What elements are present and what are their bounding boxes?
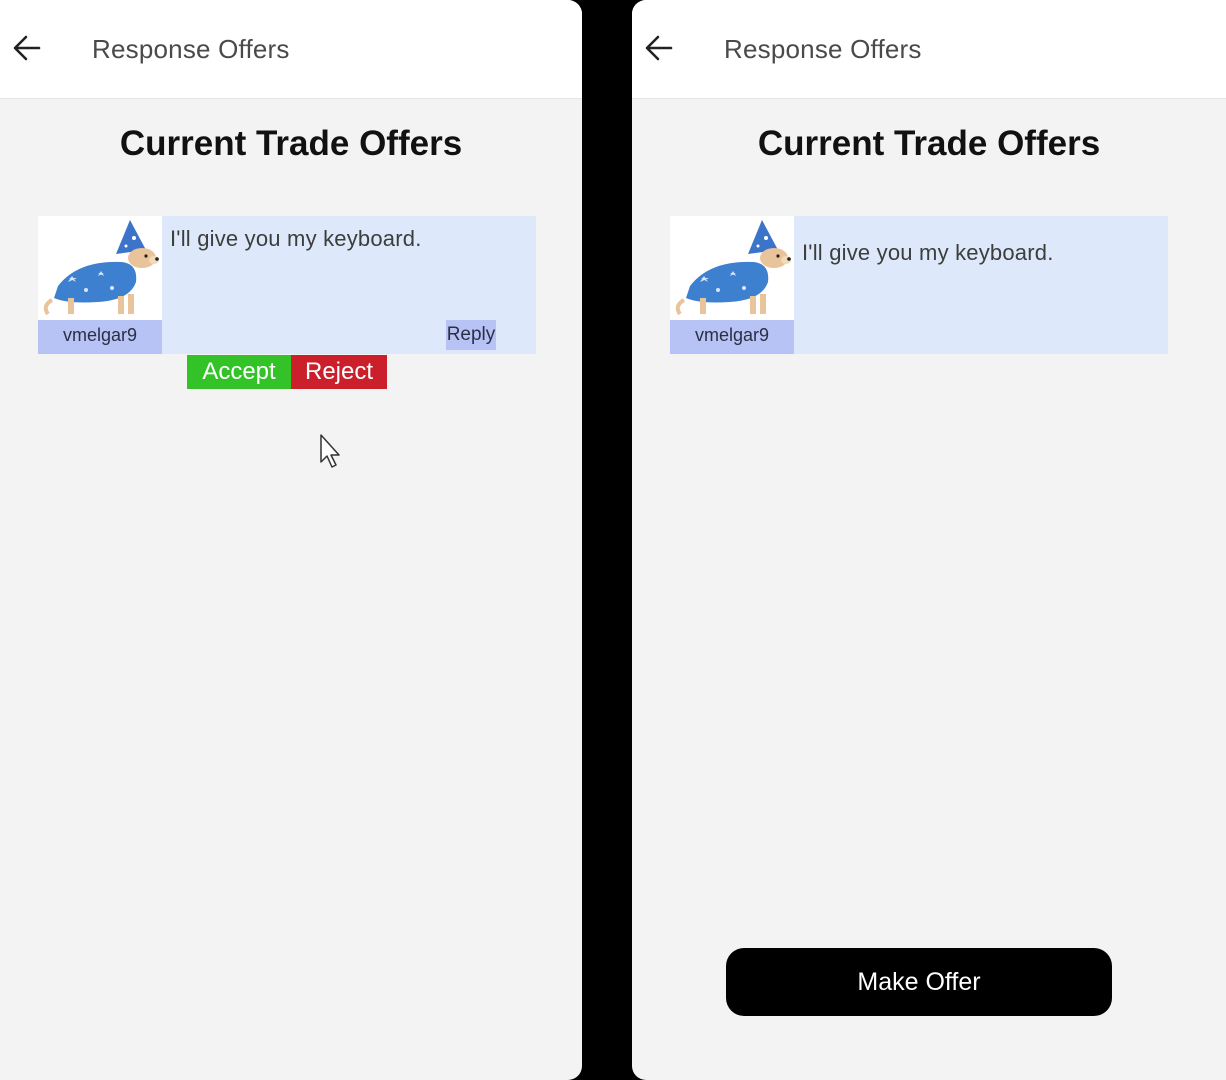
accept-button[interactable]: Accept	[187, 355, 291, 389]
offer-actions: Accept Reject	[187, 355, 387, 389]
offer-message: I'll give you my keyboard.	[170, 226, 422, 251]
dog-wizard-avatar-image	[38, 216, 162, 320]
offer-message: I'll give you my keyboard.	[802, 240, 1054, 265]
offer-username: vmelgar9	[670, 320, 794, 354]
back-button[interactable]	[642, 30, 676, 66]
arrow-left-icon	[645, 35, 673, 61]
reject-button[interactable]: Reject	[291, 355, 387, 389]
dog-wizard-avatar-image	[670, 216, 794, 320]
offer-card: vmelgar9 I'll give you my keyboard.	[670, 216, 1168, 354]
page-title: Current Trade Offers	[757, 124, 1101, 163]
make-offer-button[interactable]: Make Offer	[726, 948, 1112, 1016]
left-screen: Response Offers Current Trade Offers vme…	[0, 0, 582, 1080]
arrow-left-icon	[13, 35, 41, 61]
offer-card: vmelgar9 I'll give you my keyboard. Repl…	[38, 216, 536, 354]
header-title: Response Offers	[724, 34, 922, 64]
offer-username: vmelgar9	[38, 320, 162, 354]
header-title: Response Offers	[92, 34, 290, 64]
right-screen: Response Offers Current Trade Offers vme…	[632, 0, 1226, 1080]
app-header: Response Offers	[632, 0, 1226, 99]
avatar: vmelgar9	[38, 216, 162, 354]
mouse-cursor-icon	[320, 434, 340, 468]
back-button[interactable]	[10, 30, 44, 66]
avatar: vmelgar9	[670, 216, 794, 354]
page-title: Current Trade Offers	[119, 124, 463, 163]
app-header: Response Offers	[0, 0, 582, 99]
reply-button[interactable]: Reply	[446, 320, 496, 350]
